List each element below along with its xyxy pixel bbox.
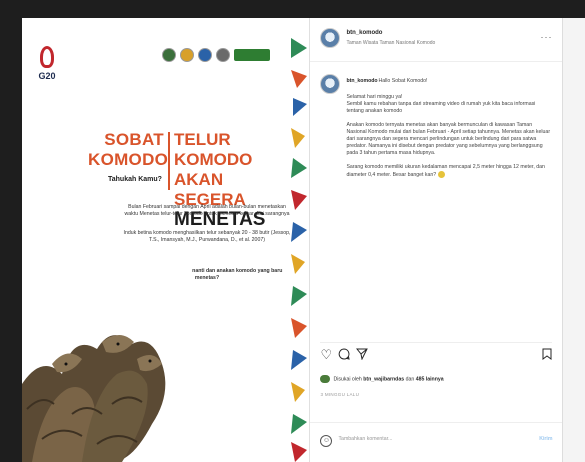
image-paragraph-2: Induk betina komodo menghasilkan telur s… — [123, 230, 291, 243]
g20-brand: G20 — [38, 71, 56, 81]
action-bar: ♡ — [320, 342, 553, 362]
heart-icon[interactable]: ♡ — [320, 348, 332, 361]
caption-avatar[interactable] — [320, 74, 341, 94]
headline-divider — [168, 132, 170, 190]
partner-logo-5-icon — [234, 49, 270, 61]
account-avatar[interactable] — [320, 28, 341, 48]
post-date: 3 MINGGU LALU — [320, 392, 360, 397]
post-comment-button[interactable]: Kirim — [539, 436, 552, 442]
emoji-icon[interactable]: ☺ — [320, 435, 333, 447]
caption-text: Selamat hari minggu ya! Sembil kamu reba… — [346, 94, 551, 179]
caption-username[interactable]: btn_komodo — [346, 78, 377, 84]
account-username[interactable]: btn_komodo — [346, 30, 382, 36]
likes-others[interactable]: 485 lainnya — [416, 376, 444, 382]
question-small: Tahukah Kamu? — [108, 176, 162, 183]
dark-top-bar — [0, 0, 585, 18]
headline-left: SOBAT KOMODO — [88, 130, 169, 170]
post-side-panel: btn_komodo Taman Wisata Taman Nasional K… — [310, 18, 563, 462]
partner-logo-1-icon — [162, 48, 176, 62]
likes-summary: Disukai oleh btn_wajibarndas dan 485 lai… — [320, 375, 555, 383]
likes-prefix: Disukai oleh — [333, 376, 362, 383]
decorative-border-pattern — [289, 18, 310, 462]
liker-avatar — [320, 375, 331, 383]
baby-komodo-photo — [22, 264, 192, 462]
likes-first-user[interactable]: btn_wajibarndas — [363, 376, 404, 382]
headline-left-line-1: SOBAT — [104, 130, 164, 149]
screen: G20 SOBAT KOMODO TELUR KOMODO AKAN SEGER… — [0, 0, 585, 462]
partner-logo-4-icon — [216, 48, 230, 62]
g20-logo: G20 — [30, 46, 64, 81]
likes-middle: dan — [405, 376, 415, 383]
more-options-icon[interactable]: ··· — [540, 32, 552, 42]
partner-logo-3-icon — [198, 48, 212, 62]
caption-greeting: Hallo Sobat Komodo! — [378, 78, 428, 84]
dark-left-bar — [0, 0, 22, 462]
partner-logos — [162, 48, 270, 62]
post-dialog: G20 SOBAT KOMODO TELUR KOMODO AKAN SEGER… — [22, 18, 563, 462]
comment-input[interactable] — [338, 436, 519, 442]
post-location[interactable]: Taman Wisata Taman Nasional Komodo — [346, 40, 435, 46]
headline-left-line-2: KOMODO — [88, 150, 169, 169]
comment-bar: ☺ Kirim — [310, 422, 563, 462]
bookmark-icon[interactable] — [542, 348, 552, 362]
wow-emoji-icon — [437, 171, 445, 178]
comment-icon[interactable] — [338, 348, 351, 362]
post-header: btn_komodo Taman Wisata Taman Nasional K… — [310, 18, 563, 62]
partner-logo-2-icon — [180, 48, 194, 62]
caption-body: Selamat hari minggu ya! Sembil kamu reba… — [346, 94, 551, 178]
image-paragraph-1: Bulan Februari sampai dengan April adala… — [124, 204, 290, 217]
g20-emblem-icon — [40, 46, 54, 68]
headline-right-line-1: TELUR KOMODO — [174, 130, 253, 169]
post-image: G20 SOBAT KOMODO TELUR KOMODO AKAN SEGER… — [22, 18, 311, 462]
send-icon[interactable] — [356, 348, 369, 362]
